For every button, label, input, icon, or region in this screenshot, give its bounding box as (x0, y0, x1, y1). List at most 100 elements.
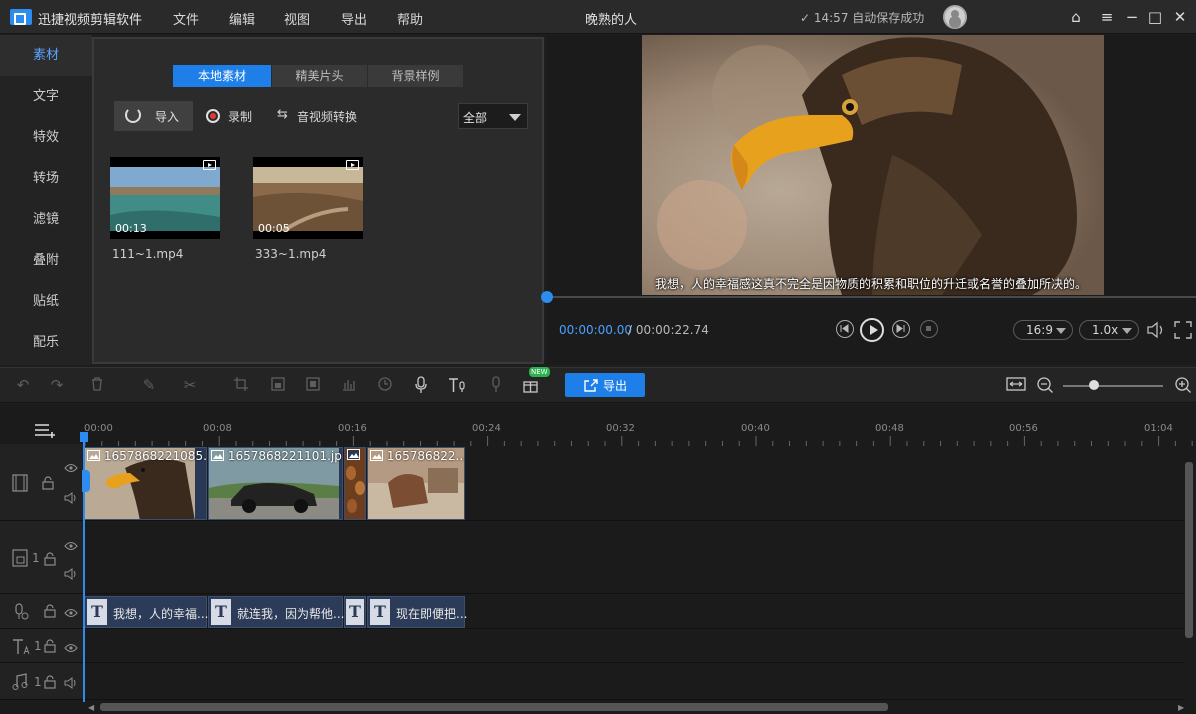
add-track-icon[interactable] (34, 422, 58, 441)
audio-bars-icon[interactable] (340, 376, 358, 394)
timeline-clip-3[interactable] (344, 447, 366, 520)
tab-backgrounds[interactable]: 背景样例 (368, 65, 463, 87)
subtitle-clip-3[interactable]: T (344, 596, 366, 628)
edit-toolbar: ↶ ↷ ✎ ✂ NEW 导出 (0, 367, 1196, 403)
ruler-label: 00:32 (606, 423, 635, 434)
subtitle-clip-1[interactable]: T 我想，人的幸福... (84, 596, 208, 628)
subtitle-clip-2[interactable]: T 就连我，因为帮他... (208, 596, 344, 628)
playback-speed-value: 1.0x (1092, 323, 1119, 337)
playhead[interactable] (83, 436, 85, 702)
sidebar-item-transitions[interactable]: 转场 (0, 158, 92, 199)
delete-icon[interactable] (88, 376, 106, 394)
track-number: 1 (34, 675, 42, 689)
play-button[interactable] (860, 318, 884, 342)
text-to-speech-icon[interactable] (448, 376, 466, 394)
clock-icon[interactable] (376, 376, 394, 394)
playback-progress-handle[interactable] (541, 291, 553, 303)
convert-button[interactable]: 音视频转换 (297, 108, 357, 125)
menu-file[interactable]: 文件 (173, 9, 199, 28)
timeline-clip-4[interactable]: 165786822... (367, 447, 465, 520)
edit-icon[interactable]: ✎ (140, 376, 158, 394)
sidebar-item-media[interactable]: 素材 (0, 35, 92, 76)
zoom-out-icon[interactable] (1036, 376, 1054, 394)
stop-button[interactable] (920, 320, 938, 338)
scroll-right-icon[interactable]: ▶ (1178, 703, 1184, 712)
tab-intros[interactable]: 精美片头 (272, 65, 367, 87)
subtitle-clip-4[interactable]: T 现在即便把... (367, 596, 467, 628)
mosaic-icon[interactable] (304, 376, 322, 394)
media-filter-select[interactable]: 全部 (458, 103, 528, 129)
aspect-ratio-value: 16:9 (1026, 323, 1053, 337)
gift-icon[interactable] (522, 376, 540, 394)
timeline-clip-2[interactable]: 1657868221101.jpg (208, 447, 343, 520)
timeline-vertical-scrollbar[interactable] (1185, 462, 1193, 638)
previous-frame-button[interactable] (836, 320, 854, 338)
menu-view[interactable]: 视图 (284, 9, 310, 28)
export-button[interactable]: 导出 (565, 373, 645, 397)
timeline-clip-1[interactable]: 1657868221085... (84, 447, 207, 520)
speaker-icon[interactable] (64, 677, 78, 692)
visibility-eye-icon[interactable] (64, 607, 78, 621)
export-label: 导出 (603, 379, 628, 393)
import-button[interactable]: 导入 (114, 101, 193, 131)
zoom-in-icon[interactable] (1174, 376, 1192, 394)
menu-help[interactable]: 帮助 (397, 9, 423, 28)
sidebar-item-effects[interactable]: 特效 (0, 117, 92, 158)
media-thumbnail-2[interactable]: 00:05 (253, 157, 363, 239)
menu-export[interactable]: 导出 (341, 9, 367, 28)
record-icon[interactable] (206, 109, 220, 123)
sidebar-item-overlay[interactable]: 叠附 (0, 240, 92, 281)
text-t-icon: T (370, 599, 390, 625)
sidebar-item-music[interactable]: 配乐 (0, 322, 92, 363)
record-button[interactable]: 录制 (228, 108, 252, 125)
volume-icon[interactable] (1146, 320, 1166, 343)
resize-icon[interactable] (269, 376, 287, 394)
redo-icon[interactable]: ↷ (48, 376, 66, 394)
home-icon[interactable]: ⌂ (1065, 6, 1087, 28)
timeline-panel: 00:00 00:08 00:16 00:24 00:32 00:40 00:4… (0, 404, 1196, 714)
lock-icon[interactable] (42, 476, 54, 493)
lock-icon[interactable] (44, 639, 56, 656)
cut-icon[interactable]: ✂ (181, 376, 199, 394)
undo-icon[interactable]: ↶ (14, 376, 32, 394)
speaker-icon[interactable] (64, 568, 78, 583)
sidebar-item-filters[interactable]: 滤镜 (0, 199, 92, 240)
zoom-slider-handle[interactable] (1089, 380, 1099, 390)
minimize-button[interactable]: − (1121, 6, 1143, 28)
time-ruler[interactable]: 00:00 00:08 00:16 00:24 00:32 00:40 00:4… (84, 404, 1196, 446)
convert-icon[interactable]: ⇆ (277, 107, 288, 122)
visibility-eye-icon[interactable] (64, 462, 78, 476)
music-track: 1 (0, 664, 1184, 700)
menu-edit[interactable]: 编辑 (229, 9, 255, 28)
tab-local-media[interactable]: 本地素材 (173, 65, 271, 87)
fullscreen-icon[interactable] (1173, 320, 1193, 343)
close-button[interactable]: ✕ (1169, 6, 1191, 28)
clip-label: 1657868221085... (87, 449, 206, 463)
crop-icon[interactable] (232, 376, 250, 394)
sidebar-item-text[interactable]: 文字 (0, 76, 92, 117)
lock-icon[interactable] (44, 604, 56, 621)
sidebar-item-stickers[interactable]: 贴纸 (0, 281, 92, 322)
aspect-ratio-select[interactable]: 16:9 (1013, 320, 1073, 340)
fit-timeline-icon[interactable] (1006, 376, 1026, 394)
hamburger-menu-icon[interactable]: ≡ (1096, 6, 1118, 28)
playback-progress-bar[interactable] (546, 296, 1196, 298)
ruler-label: 00:00 (84, 423, 113, 434)
scroll-left-icon[interactable]: ◀ (88, 703, 94, 712)
microphone-icon[interactable] (412, 376, 430, 394)
track-number: 1 (34, 639, 42, 653)
visibility-eye-icon[interactable] (64, 540, 78, 554)
timeline-horizontal-scrollbar[interactable] (100, 703, 888, 711)
playback-speed-select[interactable]: 1.0x (1079, 320, 1139, 340)
speaker-icon[interactable] (64, 492, 78, 507)
next-frame-button[interactable] (892, 320, 910, 338)
maximize-button[interactable]: □ (1144, 6, 1166, 28)
lock-icon[interactable] (44, 675, 56, 692)
stop-icon (926, 326, 931, 331)
user-avatar[interactable] (943, 5, 967, 29)
visibility-eye-icon[interactable] (64, 642, 78, 656)
media-thumbnail-1[interactable]: 00:13 (110, 157, 220, 239)
voice-change-icon[interactable] (488, 376, 506, 394)
zoom-slider[interactable] (1063, 385, 1163, 387)
lock-icon[interactable] (44, 552, 56, 569)
